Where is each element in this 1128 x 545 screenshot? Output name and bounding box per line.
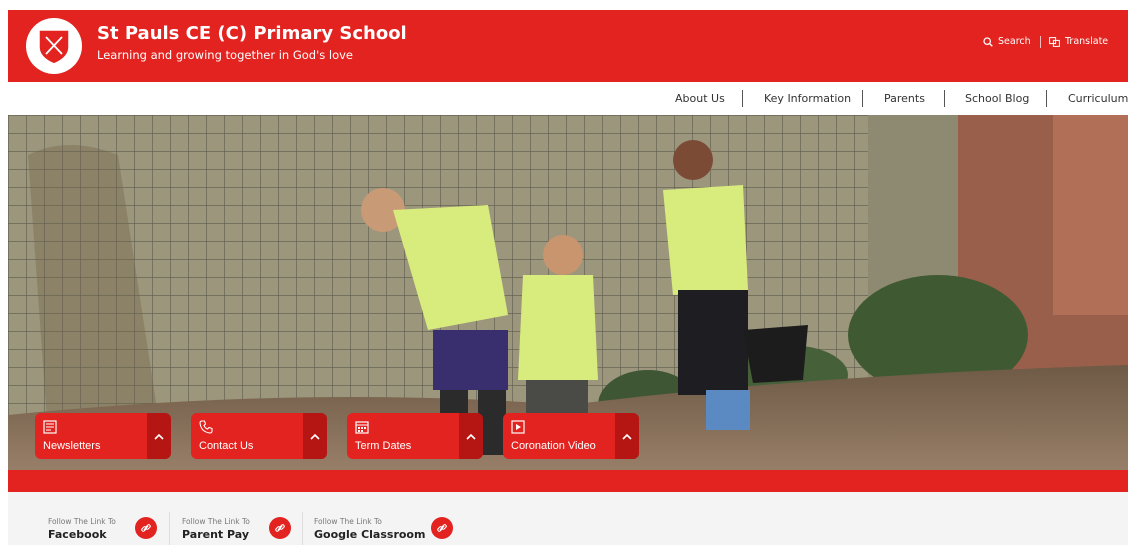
calendar-icon [355, 421, 369, 434]
search-button[interactable]: Search [983, 36, 1031, 47]
follow-links-bar: Follow The Link To Facebook Follow The L… [8, 492, 1128, 545]
follow-link-button[interactable] [135, 517, 157, 539]
school-logo[interactable] [26, 18, 82, 74]
follow-link-name: Facebook [48, 528, 107, 541]
translate-button[interactable]: Translate [1049, 36, 1108, 47]
school-motto: Learning and growing together in God's l… [97, 48, 354, 62]
follow-link-prefix: Follow The Link To [48, 517, 116, 526]
nav-item-curriculum[interactable]: Curriculum [1068, 92, 1128, 105]
quick-link-label: Contact Us [199, 440, 254, 452]
chevron-up-icon [310, 433, 320, 440]
quick-link-body[interactable]: Term Dates [347, 413, 459, 459]
follow-link-button[interactable] [269, 517, 291, 539]
quick-link-expand-button[interactable] [615, 413, 639, 459]
search-label: Search [998, 36, 1031, 47]
link-icon [275, 524, 285, 532]
site-header: St Pauls CE (C) Primary School Learning … [8, 10, 1128, 82]
follow-link-button[interactable] [431, 517, 453, 539]
link-icon [141, 524, 151, 532]
nav-item-school-blog[interactable]: School Blog [965, 92, 1029, 105]
search-icon [983, 36, 993, 47]
follow-link-prefix: Follow The Link To [182, 517, 250, 526]
follow-link-divider [169, 512, 170, 545]
follow-link-google-classroom[interactable]: Follow The Link To Google Classroom [314, 492, 454, 545]
follow-link-prefix: Follow The Link To [314, 517, 382, 526]
video-icon [511, 420, 525, 434]
quick-link-body[interactable]: Newsletters [35, 413, 147, 459]
school-crest-icon [38, 29, 70, 65]
quick-link-expand-button[interactable] [147, 413, 171, 459]
school-name[interactable]: St Pauls CE (C) Primary School [97, 23, 407, 44]
follow-link-facebook[interactable]: Follow The Link To Facebook [48, 492, 168, 545]
nav-divider [944, 90, 945, 107]
follow-link-divider [302, 512, 303, 545]
link-icon [437, 524, 447, 532]
quick-link-body[interactable]: Contact Us [191, 413, 303, 459]
chevron-up-icon [154, 433, 164, 440]
translate-icon [1049, 36, 1060, 47]
quick-link-label: Newsletters [43, 440, 101, 452]
chevron-up-icon [466, 433, 476, 440]
nav-divider [742, 90, 743, 107]
header-divider [1040, 36, 1041, 48]
nav-divider [862, 90, 863, 107]
quick-link-coronation-video[interactable]: Coronation Video [503, 413, 639, 459]
follow-link-name: Google Classroom [314, 528, 426, 541]
nav-item-about-us[interactable]: About Us [675, 92, 725, 105]
hero-banner: Newsletters Contact Us Term Dates Corona… [8, 115, 1128, 492]
chevron-up-icon [622, 433, 632, 440]
quick-link-contact-us[interactable]: Contact Us [191, 413, 327, 459]
nav-item-parents[interactable]: Parents [884, 92, 925, 105]
translate-label: Translate [1065, 36, 1109, 47]
nav-item-key-information[interactable]: Key Information [764, 92, 851, 105]
phone-icon [199, 420, 213, 434]
quick-link-newsletters[interactable]: Newsletters [35, 413, 171, 459]
quick-link-label: Coronation Video [511, 440, 596, 452]
follow-link-name: Parent Pay [182, 528, 250, 541]
follow-link-parent-pay[interactable]: Follow The Link To Parent Pay [182, 492, 302, 545]
hero-bottom-band [8, 470, 1128, 492]
quick-link-body[interactable]: Coronation Video [503, 413, 615, 459]
main-nav: About Us Key Information Parents School … [8, 82, 1128, 115]
quick-link-expand-button[interactable] [303, 413, 327, 459]
quick-link-term-dates[interactable]: Term Dates [347, 413, 483, 459]
newsletter-icon [43, 420, 57, 434]
quick-link-expand-button[interactable] [459, 413, 483, 459]
quick-link-label: Term Dates [355, 440, 412, 452]
nav-divider [1046, 90, 1047, 107]
